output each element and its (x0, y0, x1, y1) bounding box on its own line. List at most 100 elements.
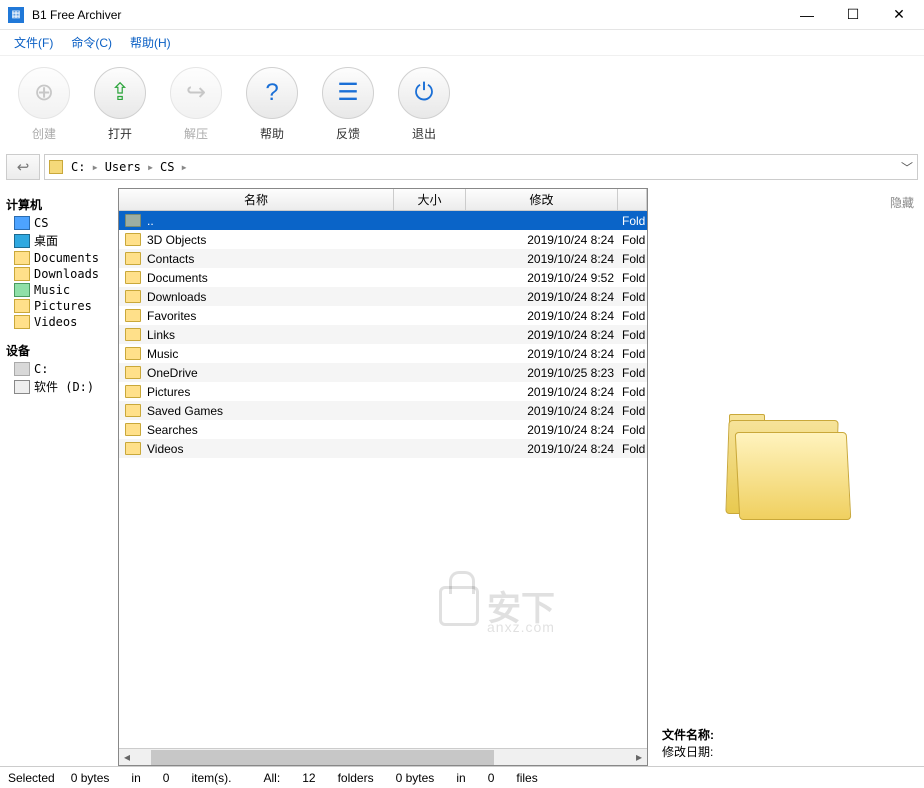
sidebar-computer-item-5[interactable]: Pictures (2, 298, 116, 314)
toolbar: ⊕创建⇪打开↪解压?帮助☰反馈⏻退出 (0, 56, 924, 152)
status-folders-label: folders (338, 771, 374, 785)
table-row[interactable]: Links2019/10/24 8:24Fold (119, 325, 647, 344)
table-row[interactable]: .. Fold (119, 211, 647, 230)
row-name: .. (147, 214, 154, 228)
status-files-n: 0 (488, 771, 495, 785)
path-drive[interactable]: C: (67, 160, 89, 174)
tree-item-label: CS (34, 216, 48, 230)
folder-icon (125, 385, 141, 398)
table-body[interactable]: 安下 anxz.com ..Fold3D Objects2019/10/24 8… (119, 211, 647, 748)
user-icon (14, 216, 30, 230)
table-row[interactable]: Documents2019/10/24 9:52Fold (119, 268, 647, 287)
row-type: Fold (618, 366, 647, 380)
table-row[interactable]: Favorites2019/10/24 8:24Fold (119, 306, 647, 325)
status-bar: Selected 0 bytes in 0 item(s). All: 12 f… (0, 766, 924, 788)
exit-icon: ⏻ (398, 67, 450, 119)
table-row[interactable]: Pictures2019/10/24 8:24Fold (119, 382, 647, 401)
tree-item-label: Downloads (34, 267, 99, 281)
file-list: 名称 大小 修改 安下 anxz.com ..Fold3D Objects201… (118, 188, 648, 766)
maximize-button[interactable]: ☐ (830, 1, 876, 29)
toolbar-label: 反馈 (336, 125, 360, 142)
titlebar: ▦ B1 Free Archiver — ☐ ✕ (0, 0, 924, 30)
toolbar-open-button[interactable]: ⇪ 打开 (94, 67, 146, 142)
sidebar-computer-item-2[interactable]: Documents (2, 250, 116, 266)
column-modified[interactable]: 修改 (466, 189, 618, 210)
folder-icon (125, 442, 141, 455)
menu-item-0[interactable]: 文件(F) (6, 31, 61, 54)
row-type: Fold (618, 309, 647, 323)
row-type: Fold (618, 423, 647, 437)
toolbar-exit-button[interactable]: ⏻退出 (398, 67, 450, 142)
scroll-thumb[interactable] (151, 750, 494, 765)
open-icon: ⇪ (94, 67, 146, 119)
path-sep-icon: ▸ (91, 160, 98, 174)
column-type[interactable] (618, 189, 647, 210)
table-row[interactable]: Music2019/10/24 8:24Fold (119, 344, 647, 363)
menu-item-1[interactable]: 命令(C) (63, 31, 120, 54)
back-button[interactable]: ↩ (6, 154, 40, 180)
extract-icon: ↪ (170, 67, 222, 119)
folder-icon (14, 315, 30, 329)
window-title: B1 Free Archiver (32, 8, 784, 22)
close-button[interactable]: ✕ (876, 1, 922, 29)
path-sep-icon: ▸ (181, 160, 188, 174)
sidebar: 计算机 CS桌面DocumentsDownloadsMusicPicturesV… (0, 188, 118, 766)
table-row[interactable]: Saved Games2019/10/24 8:24Fold (119, 401, 647, 420)
tree-item-label: 桌面 (34, 232, 58, 249)
column-size[interactable]: 大小 (394, 189, 466, 210)
status-in2: in (456, 771, 465, 785)
folder-icon (723, 414, 853, 524)
table-row[interactable]: Videos2019/10/24 8:24Fold (119, 439, 647, 458)
folder-icon (14, 251, 30, 265)
row-type: Fold (618, 347, 647, 361)
sidebar-computer-item-6[interactable]: Videos (2, 314, 116, 330)
table-row[interactable]: Searches2019/10/24 8:24Fold (119, 420, 647, 439)
toolbar-feedback-button[interactable]: ☰ 反馈 (322, 67, 374, 142)
sidebar-computer-item-1[interactable]: 桌面 (2, 231, 116, 250)
status-folders-n: 12 (302, 771, 315, 785)
drive-icon (49, 160, 63, 174)
row-name: Contacts (147, 252, 194, 266)
feedback-icon: ☰ (322, 67, 374, 119)
minimize-button[interactable]: — (784, 1, 830, 29)
row-name: 3D Objects (147, 233, 206, 247)
path-breadcrumb[interactable]: C: ▸ Users ▸ CS ▸ ﹀ (44, 154, 918, 180)
sidebar-computer-item-3[interactable]: Downloads (2, 266, 116, 282)
path-seg-0[interactable]: Users (101, 160, 145, 174)
watermark-sub: anxz.com (487, 619, 555, 635)
sidebar-computer-item-0[interactable]: CS (2, 215, 116, 231)
table-row[interactable]: 3D Objects2019/10/24 8:24Fold (119, 230, 647, 249)
folder-icon (125, 214, 141, 227)
table-row[interactable]: Downloads2019/10/24 8:24Fold (119, 287, 647, 306)
path-bar: ↩ C: ▸ Users ▸ CS ▸ ﹀ (6, 152, 918, 182)
row-modified: 2019/10/24 8:24 (466, 252, 618, 266)
folder-icon (125, 290, 141, 303)
toolbar-label: 打开 (108, 125, 132, 142)
tree-item-label: Documents (34, 251, 99, 265)
tree-item-label: Videos (34, 315, 77, 329)
toolbar-help-button[interactable]: ?帮助 (246, 67, 298, 142)
path-seg-1[interactable]: CS (156, 160, 178, 174)
hide-preview-button[interactable]: 隐藏 (662, 194, 914, 211)
row-modified: 2019/10/24 8:24 (466, 423, 618, 437)
row-name: Pictures (147, 385, 190, 399)
table-header: 名称 大小 修改 (119, 189, 647, 211)
row-type: Fold (618, 214, 647, 228)
sidebar-device-item-0[interactable]: C: (2, 361, 116, 377)
row-type: Fold (618, 442, 647, 456)
column-name[interactable]: 名称 (119, 189, 394, 210)
table-row[interactable]: OneDrive2019/10/25 8:23Fold (119, 363, 647, 382)
sidebar-device-item-1[interactable]: 软件 (D:) (2, 377, 116, 396)
row-type: Fold (618, 271, 647, 285)
row-name: Downloads (147, 290, 206, 304)
status-selected-bytes: 0 bytes (71, 771, 110, 785)
folder-icon (125, 366, 141, 379)
toolbar-label: 创建 (32, 125, 56, 142)
path-dropdown-icon[interactable]: ﹀ (901, 159, 913, 176)
menu-item-2[interactable]: 帮助(H) (122, 31, 179, 54)
horizontal-scrollbar[interactable]: ◂ ▸ (119, 748, 647, 765)
modified-label: 修改日期: (662, 745, 713, 759)
sidebar-computer-item-4[interactable]: Music (2, 282, 116, 298)
table-row[interactable]: Contacts2019/10/24 8:24Fold (119, 249, 647, 268)
row-modified: 2019/10/24 8:24 (466, 385, 618, 399)
